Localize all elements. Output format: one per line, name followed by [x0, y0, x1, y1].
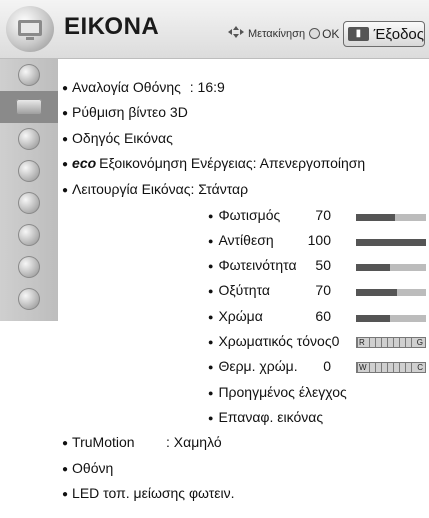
menu-header: ΕΙΚΟΝΑ Μετακίνηση OK ▮ Έξοδος	[0, 0, 429, 59]
color-temperature-label: Θερμ. χρώμ.	[218, 358, 298, 374]
advanced-control-label: Προηγμένος έλεγχος	[218, 384, 347, 400]
picture-icon	[16, 99, 42, 115]
tint-left-label: R	[358, 338, 366, 347]
advanced-control-item[interactable]: ● Προηγμένος έλεγχος	[208, 384, 347, 400]
brightness-bar	[356, 264, 426, 271]
picture-wizard-label: Οδηγός Εικόνας	[72, 130, 173, 146]
picture-mode-item[interactable]: ● Λειτουργία Εικόνας: Στάνταρ	[62, 181, 248, 197]
exit-button-label: Έξοδος	[373, 25, 424, 43]
video-3d-item[interactable]: ● Ρύθμιση βίντεο 3D	[62, 104, 188, 120]
energy-saving-label: Εξοικονόμηση Ενέργειας: Απενεργοποίηση	[99, 155, 366, 171]
led-local-dimming-item[interactable]: ● LED τοπ. μείωσης φωτειν.	[62, 485, 235, 501]
aspect-ratio-label: Αναλογία Οθόνης	[72, 79, 181, 95]
trumotion-item[interactable]: ● TruMotion : Χαμηλό	[62, 434, 222, 450]
audio-icon	[18, 128, 40, 150]
move-hint-label: Μετακίνηση	[248, 27, 306, 40]
support-icon	[18, 288, 40, 310]
sidebar-item-support[interactable]	[0, 283, 58, 315]
ok-hint-label: OK	[322, 26, 340, 41]
trumotion-label: TruMotion	[72, 434, 135, 450]
sharpness-value: 70	[315, 282, 331, 298]
backlight-value: 70	[315, 207, 331, 223]
brightness-value: 50	[315, 257, 331, 273]
color-label: Χρώμα	[218, 308, 263, 324]
ok-button-icon	[309, 28, 321, 39]
backlight-label: Φωτισμός	[218, 207, 281, 223]
contrast-value: 100	[307, 232, 331, 248]
screen-item[interactable]: ● Οθόνη	[62, 460, 113, 476]
picture-mode-value: : Στάνταρ	[190, 181, 249, 197]
contrast-label: Αντίθεση	[218, 232, 274, 248]
tint-label: Χρωματικός τόνος0	[218, 333, 340, 349]
tint-right-label: G	[415, 338, 424, 347]
led-local-dimming-label: LED τοπ. μείωσης φωτειν.	[72, 485, 235, 501]
picture-settings-list: ● Αναλογία Οθόνης : 16:9 ● Ρύθμιση βίντεο …	[58, 59, 429, 518]
sharpness-bar	[356, 289, 426, 296]
temperature-right-label: C	[416, 363, 424, 372]
sidebar-item-option[interactable]	[0, 219, 58, 251]
exit-button[interactable]: ▮ Έξοδος	[343, 21, 425, 47]
trumotion-value: : Χαμηλό	[166, 434, 222, 450]
energy-saving-item[interactable]: ● eco Εξοικονόμηση Ενέργειας: Απενεργοποίη…	[62, 155, 365, 171]
option-icon	[18, 224, 40, 246]
color-bar	[356, 315, 426, 322]
exit-key-icon: ▮	[348, 27, 369, 41]
video-3d-label: Ρύθμιση βίντεο 3D	[72, 104, 188, 120]
color-value: 60	[315, 308, 331, 324]
network-icon	[18, 256, 40, 278]
time-icon	[18, 160, 40, 182]
picture-mode-label: Λειτουργία Εικόνας	[72, 181, 191, 197]
sidebar-item-lock[interactable]	[0, 187, 58, 219]
color-temperature-scale: W C	[356, 362, 426, 373]
navigation-hint: Μετακίνηση OK	[228, 26, 339, 41]
aspect-ratio-value: : 16:9	[189, 79, 225, 95]
category-sidebar	[0, 59, 58, 321]
picture-reset-label: Επαναφ. εικόνας	[218, 409, 324, 425]
sidebar-item-settings[interactable]	[0, 59, 58, 91]
screen-label: Οθόνη	[72, 460, 114, 476]
picture-reset-item[interactable]: ● Επαναφ. εικόνας	[208, 409, 323, 425]
color-temperature-value: 0	[323, 358, 331, 374]
sharpness-label: Οξύτητα	[218, 282, 270, 298]
lock-icon	[18, 192, 40, 214]
picture-menu-logo-icon	[6, 6, 54, 52]
aspect-ratio-item[interactable]: ● Αναλογία Οθόνης : 16:9	[62, 79, 225, 95]
sidebar-item-time[interactable]	[0, 155, 58, 187]
eco-leaf-icon: eco	[72, 155, 97, 171]
contrast-bar	[356, 239, 426, 246]
move-arrows-icon	[228, 26, 244, 41]
sidebar-item-picture[interactable]	[0, 91, 58, 123]
sidebar-item-audio[interactable]	[0, 123, 58, 155]
page-title: ΕΙΚΟΝΑ	[64, 13, 160, 40]
backlight-bar	[356, 214, 426, 221]
temperature-left-label: W	[358, 363, 368, 372]
sidebar-item-network[interactable]	[0, 251, 58, 283]
brightness-label: Φωτεινότητα	[218, 257, 297, 273]
settings-icon	[18, 64, 40, 86]
tint-scale: R G	[356, 337, 426, 348]
picture-wizard-item[interactable]: ● Οδηγός Εικόνας	[62, 130, 173, 146]
